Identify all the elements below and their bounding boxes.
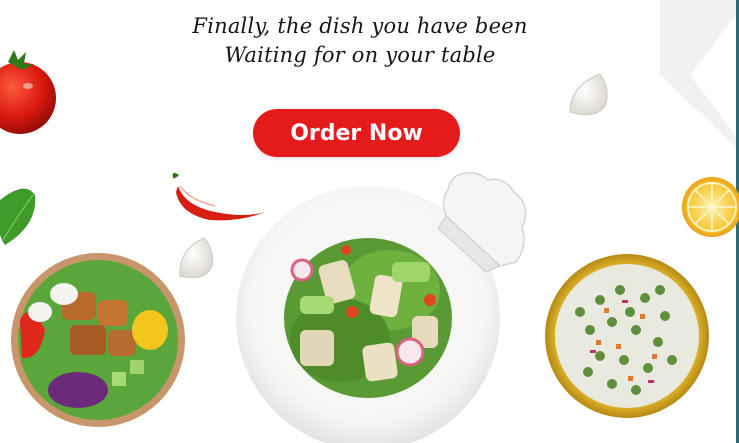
- chili-pepper-icon: [172, 172, 265, 221]
- pea-salad-bowl-icon: [545, 254, 709, 418]
- lemon-slice-icon: [682, 177, 739, 237]
- garlic-clove-icon-2: [569, 73, 608, 116]
- hero-section: Finally, the dish you have been Waiting …: [0, 0, 739, 443]
- basil-leaf-icon: [0, 188, 36, 245]
- chicken-salad-bowl-icon: [11, 253, 185, 427]
- tomato-icon: [0, 50, 56, 134]
- garlic-clove-icon: [179, 237, 214, 279]
- food-illustrations: [0, 50, 739, 443]
